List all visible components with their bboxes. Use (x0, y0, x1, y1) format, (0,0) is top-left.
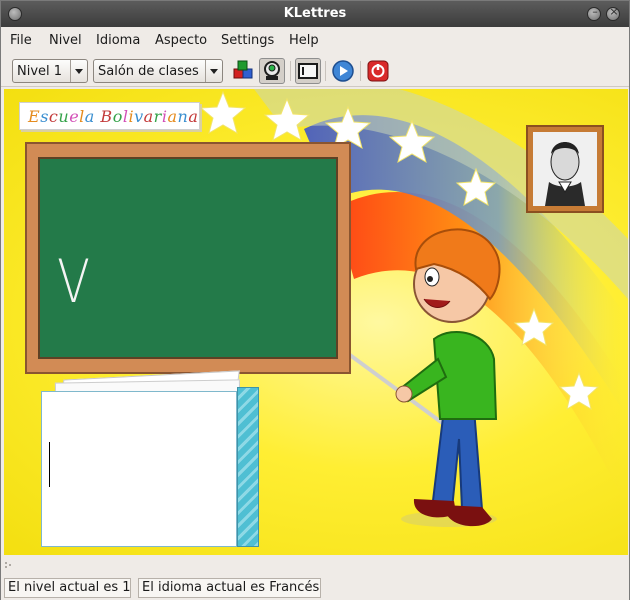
chalkboard: V (25, 142, 351, 374)
grip-dots-icon (5, 562, 11, 568)
menu-bar: File Nivel Idioma Aspecto Settings Help (1, 29, 629, 53)
notebook (41, 370, 261, 547)
chalkboard-surface: V (38, 157, 338, 359)
notebook-spine (237, 387, 259, 547)
grownup-mode-button[interactable] (259, 58, 285, 84)
classroom-canvas: Escuela Bolivariana V (4, 89, 628, 555)
toggle-menubar-button[interactable] (295, 58, 321, 84)
portrait-drawing (533, 132, 597, 206)
status-bar: El nivel actual es 1 El idioma actual es… (1, 576, 629, 600)
cubes-icon (233, 60, 253, 79)
grownup-icon (264, 61, 280, 80)
banner-text: Escuela Bolivariana (28, 107, 199, 126)
menu-settings[interactable]: Settings (221, 33, 274, 48)
level-select-value: Nivel 1 (17, 64, 63, 79)
play-icon (332, 60, 354, 82)
minimize-icon: – (592, 5, 598, 18)
chevron-down-icon (70, 60, 87, 82)
play-sound-button[interactable] (330, 58, 356, 84)
kid-mode-button[interactable] (230, 58, 256, 84)
level-select[interactable]: Nivel 1 (12, 59, 88, 83)
menu-nivel[interactable]: Nivel (49, 33, 82, 48)
app-window: KLettres – × File Nivel Idioma Aspecto S… (0, 0, 630, 600)
toolbar: Nivel 1 Salón de clases (1, 55, 629, 87)
title-bar: KLettres – × (1, 1, 629, 27)
portrait-frame (526, 125, 604, 213)
quit-icon (367, 60, 389, 82)
close-icon: × (609, 5, 619, 18)
theme-select[interactable]: Salón de clases (93, 59, 223, 83)
letter-input-area[interactable] (41, 391, 237, 547)
chevron-down-icon (205, 60, 222, 82)
minimize-button[interactable]: – (587, 5, 601, 21)
menubar-toggle-icon (298, 63, 318, 79)
status-level: El nivel actual es 1 (4, 578, 131, 598)
menu-aspecto[interactable]: Aspecto (155, 33, 207, 48)
text-caret (49, 442, 50, 487)
menu-file[interactable]: File (10, 33, 32, 48)
splitter-handle[interactable] (1, 557, 629, 575)
portrait-image (533, 132, 597, 206)
status-language: El idioma actual es Francés (138, 578, 321, 598)
window-title: KLettres (283, 6, 347, 21)
menu-idioma[interactable]: Idioma (96, 33, 140, 48)
menu-help[interactable]: Help (289, 33, 319, 48)
close-button[interactable]: × (606, 5, 620, 21)
quit-button[interactable] (365, 58, 391, 84)
theme-select-value: Salón de clases (98, 64, 199, 79)
chalkboard-letter: V (57, 247, 90, 317)
school-banner: Escuela Bolivariana (19, 102, 200, 130)
